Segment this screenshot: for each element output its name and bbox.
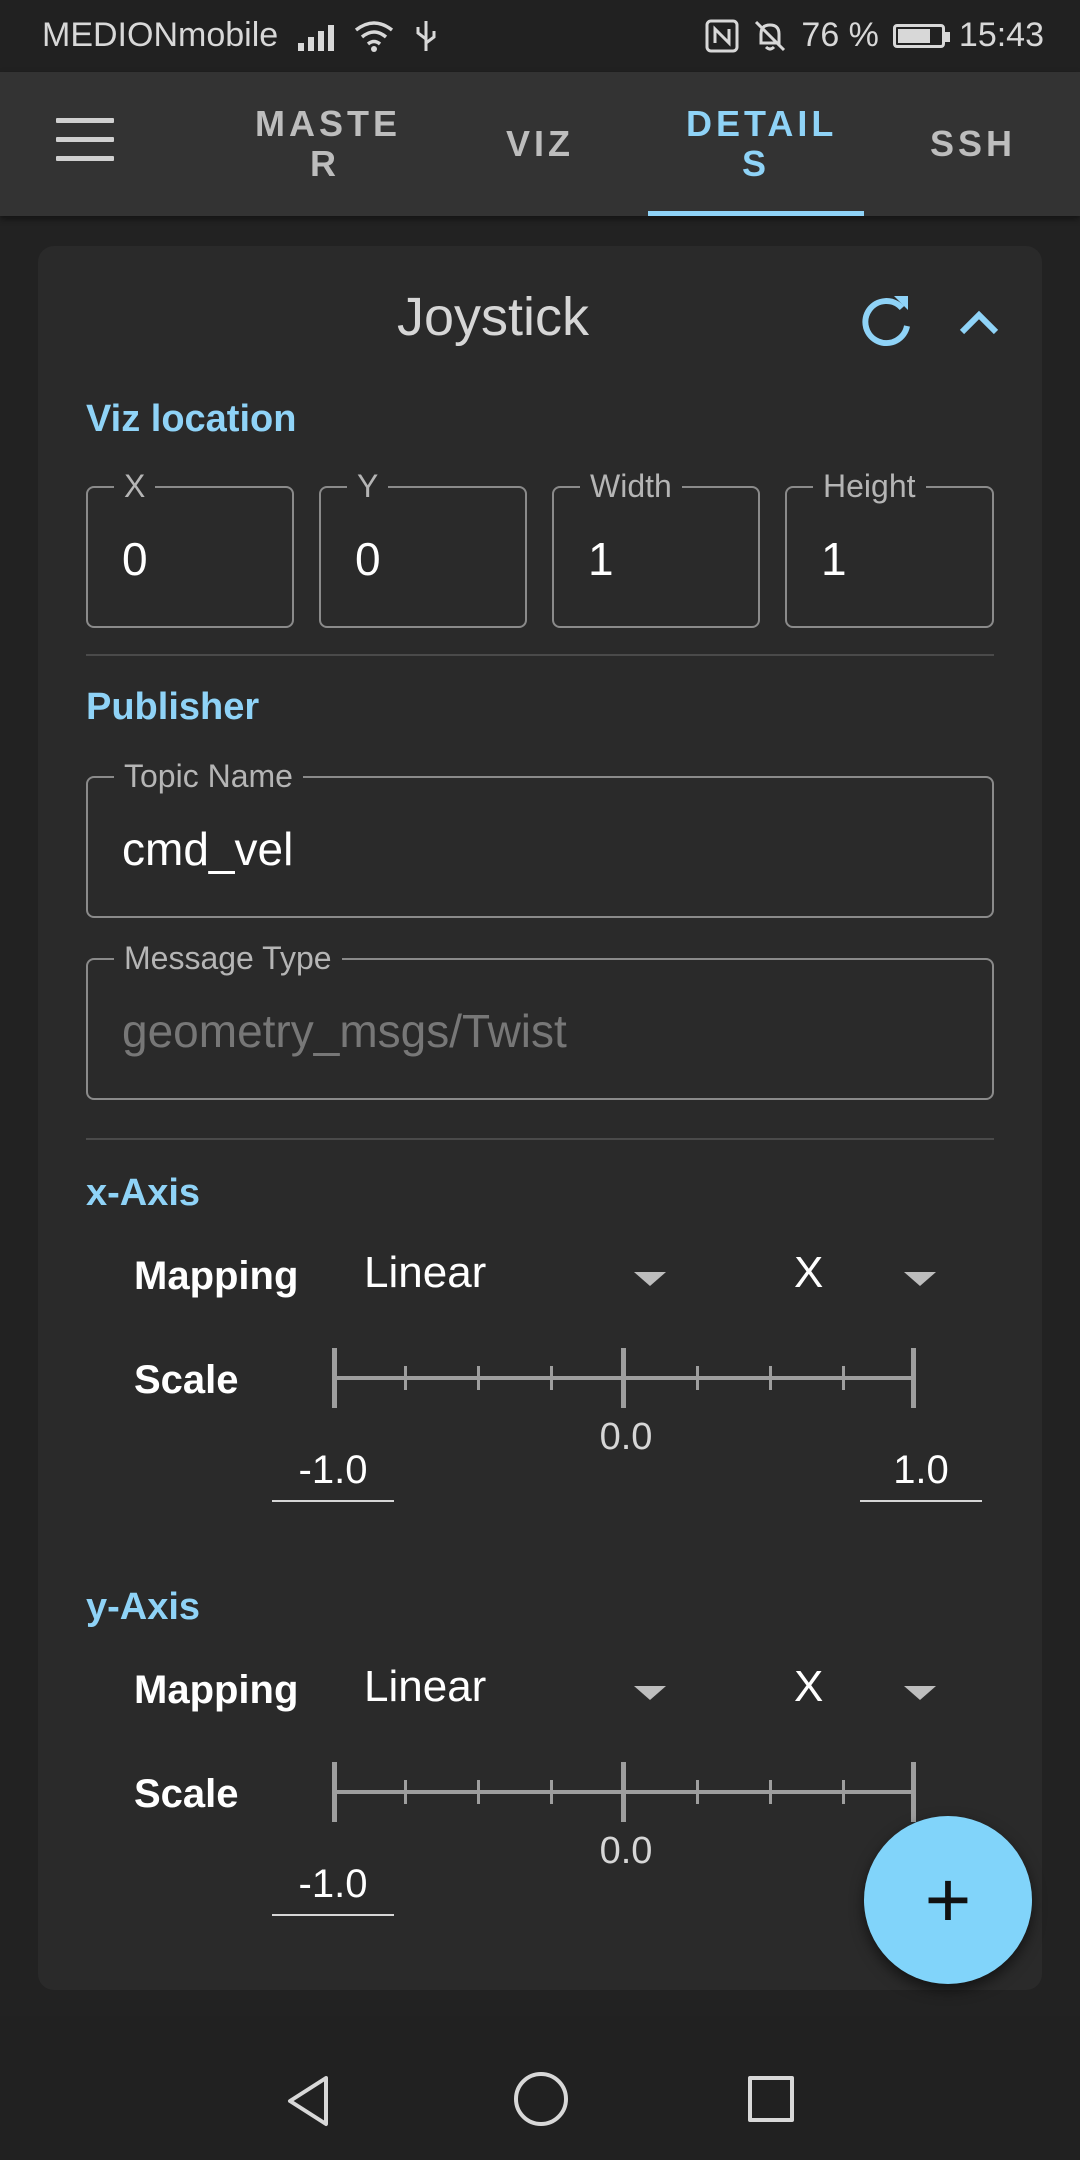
x-field-value: 0 xyxy=(122,533,148,585)
topic-name-field[interactable]: Topic Name cmd_vel xyxy=(86,758,994,918)
y-scale-label: Scale xyxy=(134,1772,239,1816)
x-mapping-value: Linear xyxy=(364,1248,487,1297)
slider-tick xyxy=(911,1348,916,1408)
slider-tick xyxy=(550,1780,553,1804)
x-scale-max-input[interactable]: 1.0 xyxy=(860,1440,982,1502)
message-type-value: geometry_msgs/Twist xyxy=(122,1005,567,1057)
tab-viz-label: VIZ xyxy=(505,123,574,164)
nfc-icon xyxy=(705,19,739,52)
chevron-down-icon xyxy=(634,1686,666,1700)
message-type-label: Message Type xyxy=(114,940,342,977)
x-mapping-label: Mapping xyxy=(134,1254,299,1298)
slider-tick xyxy=(550,1366,553,1390)
tab-details-label: DETAIL S xyxy=(686,103,838,184)
signal-icon xyxy=(298,21,335,51)
x-axis-source-value: X xyxy=(794,1248,824,1297)
divider xyxy=(86,654,994,656)
viz-location-label: Viz location xyxy=(86,398,297,440)
x-field-label: X xyxy=(114,468,156,505)
battery-percent: 76 % xyxy=(801,16,879,54)
y-mapping-value: Linear xyxy=(364,1662,487,1711)
topic-name-label: Topic Name xyxy=(114,758,303,795)
y-axis-source-value: X xyxy=(794,1662,824,1711)
tab-ssh-label: SSH xyxy=(929,123,1017,164)
width-field-label: Width xyxy=(580,468,682,505)
x-axis-label: x-Axis xyxy=(86,1172,201,1214)
card-title: Joystick xyxy=(396,287,590,347)
plus-icon: + xyxy=(924,1855,972,1944)
divider xyxy=(86,1138,994,1140)
add-widget-button[interactable]: + xyxy=(864,1816,1032,1984)
x-axis-source-dropdown[interactable]: X xyxy=(794,1242,994,1312)
y-axis-label: y-Axis xyxy=(86,1586,201,1628)
tab-viz[interactable]: VIZ xyxy=(470,72,610,216)
width-field-value: 1 xyxy=(588,533,614,585)
wifi-icon xyxy=(355,20,394,52)
x-mapping-dropdown[interactable]: Linear xyxy=(364,1242,684,1312)
clock: 15:43 xyxy=(958,16,1044,54)
battery-icon xyxy=(892,23,950,48)
status-bar: MEDIONmobile 76 % 15:43 xyxy=(0,0,1080,72)
slider-tick xyxy=(477,1780,480,1804)
carrier-name: MEDIONmobile xyxy=(42,16,279,54)
y-field-label: Y xyxy=(347,468,389,505)
usb-icon xyxy=(416,20,436,51)
slider-tick xyxy=(621,1762,626,1822)
height-field-label: Height xyxy=(813,468,926,505)
tab-master[interactable]: MASTE R xyxy=(254,72,401,216)
chevron-up-icon[interactable] xyxy=(954,298,1004,348)
message-type-field: Message Type geometry_msgs/Twist xyxy=(86,940,994,1100)
x-scale-mid-label: 0.0 xyxy=(599,1416,653,1458)
slider-tick xyxy=(332,1348,337,1408)
x-scale-slider[interactable] xyxy=(332,1348,916,1408)
height-field[interactable]: Height 1 xyxy=(785,468,994,628)
slider-tick xyxy=(332,1762,337,1822)
tab-active-indicator xyxy=(648,211,864,216)
nav-recent-apps-icon[interactable] xyxy=(748,2076,794,2122)
slider-tick xyxy=(769,1366,772,1390)
hamburger-menu-icon[interactable] xyxy=(56,118,114,162)
slider-tick xyxy=(696,1780,699,1804)
chevron-down-icon xyxy=(634,1272,666,1286)
app-bar: MASTE R VIZ DETAIL S SSH xyxy=(0,72,1080,216)
x-field[interactable]: X 0 xyxy=(86,468,294,628)
y-scale-mid-label: 0.0 xyxy=(599,1830,653,1872)
refresh-icon[interactable] xyxy=(856,292,916,352)
slider-tick xyxy=(621,1348,626,1408)
y-field[interactable]: Y 0 xyxy=(319,468,527,628)
tab-details[interactable]: DETAIL S xyxy=(648,72,864,216)
slider-tick xyxy=(769,1780,772,1804)
chevron-down-icon xyxy=(904,1686,936,1700)
y-scale-slider[interactable] xyxy=(332,1762,916,1822)
width-field[interactable]: Width 1 xyxy=(552,468,760,628)
slider-tick xyxy=(404,1780,407,1804)
y-mapping-label: Mapping xyxy=(134,1668,299,1712)
slider-tick xyxy=(696,1366,699,1390)
publisher-label: Publisher xyxy=(86,686,260,728)
y-scale-min-input[interactable]: -1.0 xyxy=(272,1854,394,1916)
slider-tick xyxy=(842,1366,845,1390)
y-mapping-dropdown[interactable]: Linear xyxy=(364,1656,684,1726)
chevron-down-icon xyxy=(904,1272,936,1286)
y-axis-source-dropdown[interactable]: X xyxy=(794,1656,994,1726)
slider-tick xyxy=(911,1762,916,1822)
nav-home-icon[interactable] xyxy=(514,2072,568,2126)
mute-bell-icon xyxy=(755,20,786,51)
slider-tick xyxy=(842,1780,845,1804)
slider-tick xyxy=(404,1366,407,1390)
height-field-value: 1 xyxy=(821,533,847,585)
slider-tick xyxy=(477,1366,480,1390)
tab-ssh[interactable]: SSH xyxy=(900,72,1046,216)
x-scale-label: Scale xyxy=(134,1358,239,1402)
widget-details-card: Joystick Viz location X 0 Y 0 Width 1 He… xyxy=(38,246,1042,1990)
x-scale-min-input[interactable]: -1.0 xyxy=(272,1440,394,1502)
tab-master-label: MASTE R xyxy=(255,103,401,184)
y-field-value: 0 xyxy=(355,533,381,585)
nav-back-icon[interactable] xyxy=(284,2074,332,2128)
topic-name-value: cmd_vel xyxy=(122,823,294,875)
